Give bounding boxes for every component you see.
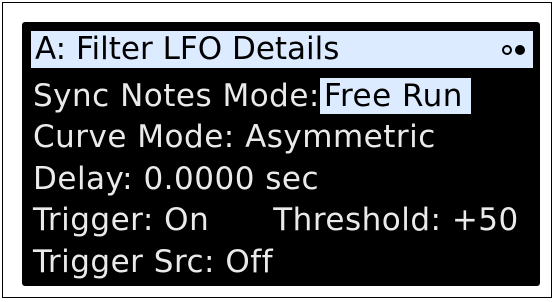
threshold-label: Threshold:: [273, 202, 442, 238]
param-row-trigger[interactable]: Trigger: On Threshold: +50: [33, 202, 519, 238]
lcd-screen: A: Filter LFO Details Sync Notes Mode: Fr…: [22, 22, 540, 286]
param-row-curve-mode[interactable]: Curve Mode: Asymmetric: [33, 119, 436, 155]
delay-value[interactable]: 0.0000 sec: [143, 161, 319, 197]
delay-label: Delay:: [33, 161, 134, 197]
trigger-value[interactable]: On: [164, 202, 209, 238]
curve-mode-value[interactable]: Asymmetric: [245, 119, 436, 155]
threshold-value[interactable]: +50: [452, 202, 519, 238]
trigger-src-value[interactable]: Off: [225, 244, 273, 280]
panel-title: A: Filter LFO Details: [35, 31, 340, 67]
sync-notes-mode-label: Sync Notes Mode:: [33, 78, 320, 114]
page-dot-active-icon: [515, 45, 525, 55]
trigger-label: Trigger:: [33, 202, 154, 238]
screenshot-frame: A: Filter LFO Details Sync Notes Mode: Fr…: [2, 2, 552, 298]
trigger-src-label: Trigger Src:: [33, 244, 215, 280]
param-row-trigger-src[interactable]: Trigger Src: Off: [33, 244, 273, 280]
page-dot-inactive-icon: [502, 45, 512, 55]
panel-header: A: Filter LFO Details: [31, 31, 533, 68]
sync-notes-mode-value[interactable]: Free Run: [319, 78, 471, 114]
param-row-delay[interactable]: Delay: 0.0000 sec: [33, 161, 319, 197]
page-indicator: [502, 43, 525, 57]
param-row-sync-notes-mode[interactable]: Sync Notes Mode: Free Run: [33, 78, 471, 114]
curve-mode-label: Curve Mode:: [33, 119, 235, 155]
